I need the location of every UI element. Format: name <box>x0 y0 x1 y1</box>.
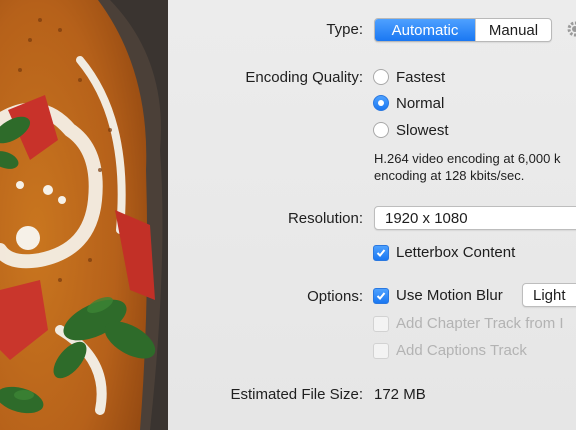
file-size-label: Estimated File Size: <box>230 386 363 403</box>
checkmark-icon <box>376 249 386 257</box>
motion-blur-level-popup[interactable]: Light <box>522 283 576 307</box>
radio-fastest[interactable] <box>373 69 389 85</box>
resolution-label: Resolution: <box>287 210 363 227</box>
file-size-value: 172 MB <box>374 386 426 403</box>
type-manual-segment[interactable]: Manual <box>475 19 551 41</box>
letterbox-checkbox[interactable] <box>373 245 389 261</box>
resolution-value: 1920 x 1080 <box>385 209 468 227</box>
radio-fastest-label[interactable]: Fastest <box>396 69 445 86</box>
captions-track-label: Add Captions Track <box>396 342 527 359</box>
resolution-popup[interactable]: 1920 x 1080 <box>374 206 576 230</box>
chapter-track-checkbox[interactable] <box>373 316 389 332</box>
encoding-info-line-1: H.264 video encoding at 6,000 k <box>374 151 561 166</box>
chapter-track-label: Add Chapter Track from I <box>396 315 564 332</box>
type-label: Type: <box>326 21 363 38</box>
motion-blur-label[interactable]: Use Motion Blur <box>396 287 503 304</box>
encoding-info-line-2: encoding at 128 kbits/sec. <box>374 168 525 183</box>
radio-normal[interactable] <box>373 95 389 111</box>
radio-normal-label[interactable]: Normal <box>396 95 444 112</box>
food-photo <box>0 0 168 430</box>
encoding-quality-label: Encoding Quality: <box>245 69 363 86</box>
letterbox-label[interactable]: Letterbox Content <box>396 244 515 261</box>
captions-track-checkbox[interactable] <box>373 343 389 359</box>
radio-slowest[interactable] <box>373 122 389 138</box>
radio-slowest-label[interactable]: Slowest <box>396 122 449 139</box>
checkmark-icon <box>376 292 386 300</box>
gear-icon[interactable] <box>566 20 576 42</box>
options-label: Options: <box>307 288 363 305</box>
type-segmented-control[interactable]: Automatic Manual <box>374 18 552 42</box>
motion-blur-checkbox[interactable] <box>373 288 389 304</box>
motion-blur-level: Light <box>533 286 566 304</box>
type-automatic-segment[interactable]: Automatic <box>375 19 475 41</box>
